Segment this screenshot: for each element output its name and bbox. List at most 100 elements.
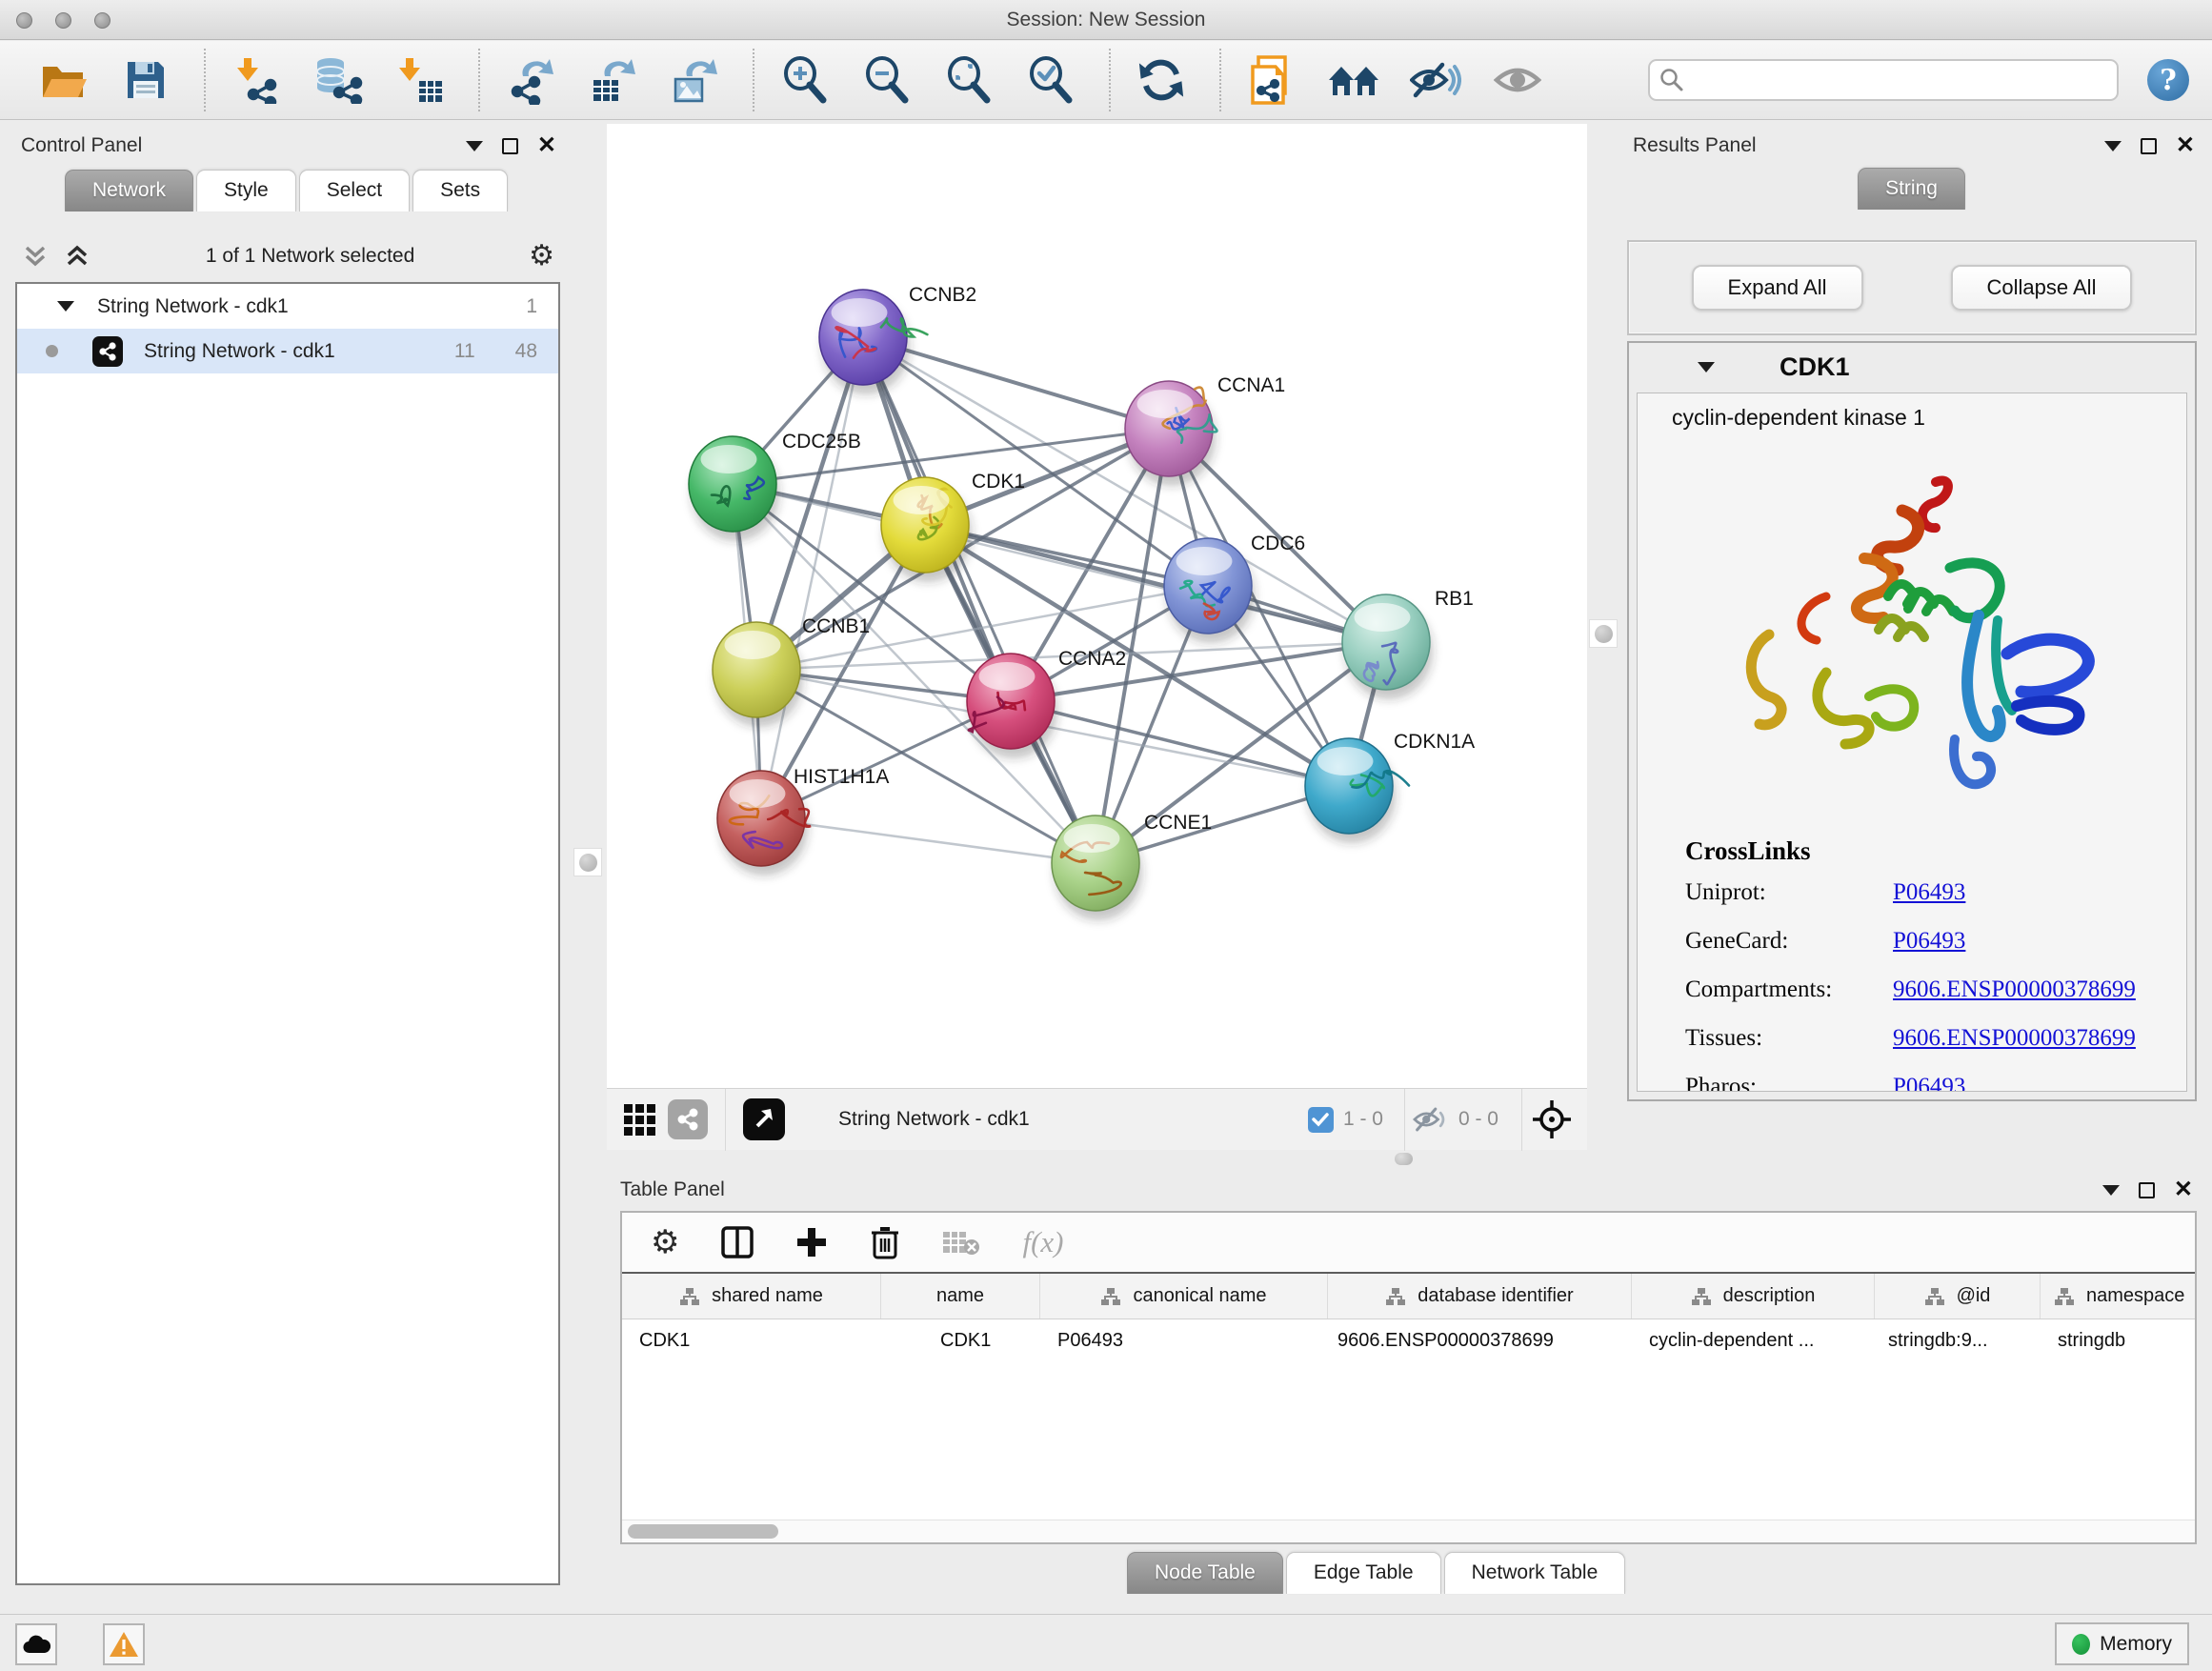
collapse-all-button[interactable]: Collapse All [1951,265,2133,311]
crosslink-link[interactable]: P06493 [1893,1074,1965,1092]
show-columns-icon[interactable] [721,1226,754,1258]
network-edge-CCNB2-CCNE1[interactable] [863,337,1096,863]
grid-view-icon[interactable] [622,1102,656,1137]
collapse-all-icon[interactable] [21,244,50,269]
collection-expand-icon[interactable] [57,301,74,312]
network-row[interactable]: String Network - cdk1 11 48 [17,329,558,373]
eye-icon [1494,61,1541,99]
network-share-icon[interactable] [668,1099,708,1139]
horizontal-splitter-handle[interactable] [1395,1153,1413,1165]
zoom-fit-button[interactable] [939,50,998,110]
table-horizontal-scrollbar[interactable] [622,1520,2195,1542]
network-node-HIST1H1A[interactable]: HIST1H1A [717,766,889,876]
network-node-CCNA1[interactable]: CCNA1 [1125,374,1285,486]
export-image-button[interactable] [665,50,724,110]
table-row[interactable]: CDK1 CDK1 P06493 9606.ENSP00000378699 cy… [622,1319,2195,1362]
apply-layout-button[interactable] [1132,50,1191,110]
open-folder-icon [39,57,89,103]
cell-canonical-name[interactable]: P06493 [1040,1319,1328,1362]
cell-at-id[interactable]: stringdb:9... [1875,1319,2041,1362]
network-node-CDC6[interactable]: CDC6 [1164,533,1305,643]
network-node-CDKN1A[interactable]: CDKN1A [1305,731,1475,843]
collapse-entry-icon[interactable] [1698,362,1715,372]
column-header-shared-name[interactable]: shared name [622,1274,881,1319]
panel-maximize-icon[interactable] [2139,1182,2155,1198]
column-header-name[interactable]: name [881,1274,1040,1319]
tab-network-table[interactable]: Network Table [1444,1552,1626,1594]
column-header-canonical-name[interactable]: canonical name [1040,1274,1328,1319]
add-column-icon[interactable] [795,1226,828,1258]
import-network-from-database-button[interactable] [309,50,368,110]
left-splitter-handle[interactable] [573,848,602,876]
panel-close-icon[interactable]: ✕ [537,134,556,157]
import-network-button[interactable] [227,50,286,110]
crosslink-link[interactable]: P06493 [1893,879,1965,906]
houses-button[interactable] [1324,50,1383,110]
panel-float-icon[interactable] [466,141,483,151]
crosslink-link[interactable]: P06493 [1893,928,1965,955]
help-button[interactable]: ? [2147,59,2189,101]
tab-node-table[interactable]: Node Table [1127,1552,1283,1594]
column-header-description[interactable]: description [1632,1274,1875,1319]
zoom-out-button[interactable] [857,50,916,110]
column-header-namespace[interactable]: namespace [2041,1274,2195,1319]
gear-icon[interactable]: ⚙ [529,242,554,271]
right-splitter-handle[interactable] [1589,619,1618,648]
table-settings-gear-icon[interactable]: ⚙ [651,1226,679,1258]
network-canvas[interactable]: CCNB2CCNA1CDC25BCDK1CDC6RB1CCNB1CCNA2CDK… [607,124,1587,1088]
tab-style[interactable]: Style [196,170,296,211]
column-header-at-id[interactable]: @id [1875,1274,2041,1319]
network-node-CDC25B[interactable]: CDC25B [689,431,861,541]
tab-sets[interactable]: Sets [412,170,508,211]
import-table-button[interactable] [391,50,450,110]
panel-close-icon[interactable]: ✕ [2174,1178,2193,1201]
panel-maximize-icon[interactable] [502,138,518,154]
cell-name[interactable]: CDK1 [881,1319,1040,1362]
warnings-button[interactable] [103,1623,145,1665]
crosslink-link[interactable]: 9606.ENSP00000378699 [1893,1025,2136,1052]
cell-database-identifier[interactable]: 9606.ENSP00000378699 [1328,1319,1632,1362]
network-node-RB1[interactable]: RB1 [1342,588,1474,699]
column-header-database-identifier[interactable]: database identifier [1328,1274,1632,1319]
panel-close-icon[interactable]: ✕ [2176,134,2195,157]
network-node-CCNA2[interactable]: CCNA2 [967,648,1126,758]
cloud-button[interactable] [15,1623,57,1665]
cell-description[interactable]: cyclin-dependent ... [1632,1319,1875,1362]
network-collection-row[interactable]: String Network - cdk1 1 [17,284,558,329]
expand-all-icon[interactable] [63,244,91,269]
export-network-button[interactable] [501,50,560,110]
birdseye-toggle-icon[interactable] [1532,1099,1572,1139]
cell-shared-name[interactable]: CDK1 [622,1319,881,1362]
tab-string[interactable]: String [1858,168,1965,210]
node-result-header[interactable]: CDK1 [1629,343,2195,391]
delete-column-icon[interactable] [870,1225,900,1259]
new-network-from-selection-button[interactable] [1242,50,1301,110]
memory-button[interactable]: Memory [2055,1622,2189,1665]
tab-network[interactable]: Network [65,170,193,211]
cell-namespace[interactable]: stringdb [2041,1319,2195,1362]
zoom-in-button[interactable] [775,50,835,110]
network-node-CCNE1[interactable]: CCNE1 [1052,812,1212,920]
panel-maximize-icon[interactable] [2141,138,2157,154]
export-table-button[interactable] [583,50,642,110]
hide-selected-button[interactable] [1406,50,1465,110]
tab-select[interactable]: Select [299,170,410,211]
panel-float-icon[interactable] [2102,1185,2120,1196]
zoom-selected-button[interactable] [1021,50,1080,110]
open-session-button[interactable] [34,50,93,110]
save-session-button[interactable] [116,50,175,110]
network-edge-CCNB2-HIST1H1A[interactable] [761,337,863,818]
tab-edge-table[interactable]: Edge Table [1286,1552,1441,1594]
search-input[interactable] [1648,59,2119,101]
scrollbar-thumb[interactable] [628,1524,778,1539]
expand-all-button[interactable]: Expand All [1692,265,1863,311]
show-hidden-button[interactable] [1488,50,1547,110]
selected-count-checkbox-icon[interactable] [1308,1107,1334,1133]
network-node-CCNB2[interactable]: CCNB2 [819,284,976,394]
detach-view-icon[interactable] [743,1098,785,1140]
network-node-CCNB1[interactable]: CCNB1 [713,615,870,727]
network-edge-HIST1H1A-CCNE1[interactable] [761,818,1096,863]
panel-float-icon[interactable] [2104,141,2122,151]
crosslink-link[interactable]: 9606.ENSP00000378699 [1893,976,2136,1003]
zoom-out-icon [863,56,911,104]
